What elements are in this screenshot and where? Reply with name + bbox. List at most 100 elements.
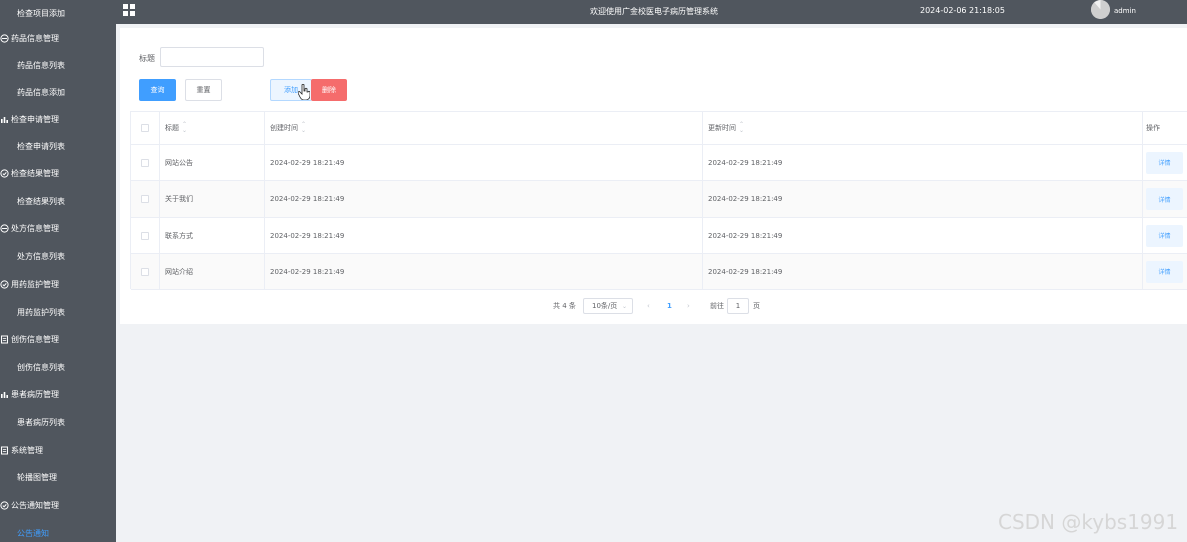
sort-icon[interactable]: ⌃ ⌄	[739, 122, 744, 134]
row-updated: 2024-02-29 18:21:49	[703, 254, 1143, 289]
detail-button[interactable]: 详情	[1146, 151, 1183, 174]
sidebar-item-label: 轮播图管理	[17, 473, 57, 482]
row-updated: 2024-02-29 18:21:49	[703, 218, 1143, 253]
header-updated-label: 更新时间	[708, 124, 736, 132]
sidebar-item[interactable]: 检查项目添加	[0, 0, 116, 27]
grid-menu-icon[interactable]	[123, 4, 135, 16]
sort-icon[interactable]: ⌃ ⌄	[301, 122, 306, 134]
sort-icon[interactable]: ⌃ ⌄	[182, 122, 187, 134]
sidebar-item-label: 处方信息管理	[11, 224, 59, 233]
sidebar-item-label: 用药监护管理	[11, 280, 59, 289]
sidebar-group[interactable]: 用药监护管理	[0, 271, 116, 298]
sidebar-item-label: 检查结果列表	[17, 197, 65, 206]
next-page-icon[interactable]: ›	[687, 298, 690, 314]
header-title-label: 标题	[165, 124, 179, 132]
sidebar-group[interactable]: 患者病历管理	[0, 381, 116, 408]
detail-button[interactable]: 详情	[1146, 188, 1183, 210]
sidebar-group[interactable]: 系统管理	[0, 437, 116, 464]
prev-page-icon[interactable]: ‹	[647, 298, 650, 314]
sidebar: 检查项目添加 药品信息管理 药品信息列表 药品信息添加 检查申请管理 检查申请列表 检查结果…	[0, 0, 116, 542]
sidebar-item[interactable]: 创伤信息列表	[0, 354, 116, 381]
query-button[interactable]: 查询	[139, 79, 176, 101]
sidebar-item-label: 系统管理	[11, 446, 43, 455]
table-row: 联系方式 2024-02-29 18:21:49 2024-02-29 18:2…	[131, 218, 1187, 254]
sidebar-item[interactable]: 药品信息添加	[0, 79, 116, 106]
sidebar-item[interactable]: 轮播图管理	[0, 464, 116, 491]
avatar-icon	[1091, 0, 1110, 19]
username[interactable]: admin	[1114, 7, 1136, 15]
header-updated[interactable]: 更新时间 ⌃ ⌄	[703, 112, 1143, 144]
circle-icon	[0, 224, 9, 233]
user-avatar[interactable]	[1091, 0, 1110, 19]
detail-button[interactable]: 详情	[1146, 224, 1183, 247]
sidebar-item[interactable]: 检查申请列表	[0, 133, 116, 160]
table-row: 网站公告 2024-02-29 18:21:49 2024-02-29 18:2…	[131, 145, 1187, 181]
chart-icon	[0, 390, 9, 399]
row-created: 2024-02-29 18:21:49	[265, 218, 703, 253]
sidebar-item-label: 患者病历列表	[17, 418, 65, 427]
sidebar-item-label: 药品信息添加	[17, 88, 65, 97]
row-created: 2024-02-29 18:21:49	[265, 145, 703, 180]
sidebar-item-label: 创伤信息管理	[11, 335, 59, 344]
row-checkbox[interactable]	[141, 267, 149, 276]
page-size-value: 10条/页	[592, 302, 618, 310]
document-icon	[0, 335, 9, 344]
sidebar-group[interactable]: 药品信息管理	[0, 25, 116, 52]
row-actions: 详情	[1143, 218, 1187, 253]
top-header: 欢迎使用广金校医电子病历管理系统 2024-02-06 21:18:05 adm…	[116, 0, 1187, 24]
sidebar-item-label: 检查申请列表	[17, 142, 65, 151]
sidebar-item[interactable]: 处方信息列表	[0, 243, 116, 270]
sidebar-group[interactable]: 创伤信息管理	[0, 326, 116, 353]
table-header-row: 标题 ⌃ ⌄ 创建时间 ⌃ ⌄ 更新时间 ⌃ ⌄ 操作	[131, 112, 1187, 145]
reset-button[interactable]: 重置	[185, 79, 222, 101]
sidebar-item-label: 检查结果管理	[11, 169, 59, 178]
row-checkbox[interactable]	[141, 231, 149, 240]
row-actions: 详情	[1143, 181, 1187, 217]
chart-icon	[0, 115, 9, 124]
sidebar-item-label: 用药监护列表	[17, 308, 65, 317]
row-checkbox-cell	[131, 254, 160, 289]
page-size-select[interactable]: 10条/页 ⌄	[583, 298, 633, 314]
sidebar-item-label: 患者病历管理	[11, 390, 59, 399]
row-checkbox-cell	[131, 145, 160, 180]
sidebar-item[interactable]: 检查结果列表	[0, 188, 116, 215]
goto-page-input[interactable]: 1	[727, 298, 749, 314]
sidebar-group[interactable]: 处方信息管理	[0, 215, 116, 242]
row-checkbox[interactable]	[141, 195, 149, 203]
watermark: CSDN @kybs1991	[998, 510, 1179, 534]
main-content: 标题 查询 重置 添加 删除 标题 ⌃ ⌄ 创建时间 ⌃ ⌄ 更新时间 ⌃ ⌄ 操作	[120, 28, 1187, 324]
select-all-checkbox[interactable]	[141, 124, 149, 132]
title-filter-label: 标题	[139, 54, 155, 63]
header-created[interactable]: 创建时间 ⌃ ⌄	[265, 112, 703, 144]
sidebar-item-label: 创伤信息列表	[17, 363, 65, 372]
current-page[interactable]: 1	[667, 298, 672, 314]
sidebar-item-label: 公告通知管理	[11, 501, 59, 510]
sidebar-item-label: 检查项目添加	[17, 9, 65, 18]
header-actions-label: 操作	[1146, 124, 1160, 132]
row-checkbox-cell	[131, 218, 160, 253]
sidebar-group[interactable]: 检查申请管理	[0, 106, 116, 133]
check-circle-icon	[0, 501, 9, 510]
system-title: 欢迎使用广金校医电子病历管理系统	[590, 7, 718, 16]
detail-button[interactable]: 详情	[1146, 260, 1183, 283]
sidebar-group[interactable]: 检查结果管理	[0, 160, 116, 187]
row-checkbox-cell	[131, 181, 160, 217]
row-title: 网站公告	[160, 145, 265, 180]
row-title: 网站介绍	[160, 254, 265, 289]
title-search-input[interactable]	[160, 47, 264, 67]
sidebar-item[interactable]: 公告通知	[0, 520, 116, 542]
row-created: 2024-02-29 18:21:49	[265, 254, 703, 289]
pagination-total: 共 4 条	[553, 302, 576, 310]
notice-table: 标题 ⌃ ⌄ 创建时间 ⌃ ⌄ 更新时间 ⌃ ⌄ 操作 网站公告 2024-02-29…	[130, 111, 1187, 290]
current-datetime: 2024-02-06 21:18:05	[920, 6, 1005, 15]
row-updated: 2024-02-29 18:21:49	[703, 145, 1143, 180]
sidebar-item[interactable]: 用药监护列表	[0, 299, 116, 326]
sidebar-group[interactable]: 公告通知管理	[0, 492, 116, 519]
row-checkbox[interactable]	[141, 158, 149, 167]
sidebar-item[interactable]: 药品信息列表	[0, 52, 116, 79]
header-title[interactable]: 标题 ⌃ ⌄	[160, 112, 265, 144]
sidebar-item-label: 处方信息列表	[17, 252, 65, 261]
sidebar-item[interactable]: 患者病历列表	[0, 409, 116, 436]
page-suffix: 页	[753, 302, 760, 310]
delete-button[interactable]: 删除	[311, 79, 347, 101]
